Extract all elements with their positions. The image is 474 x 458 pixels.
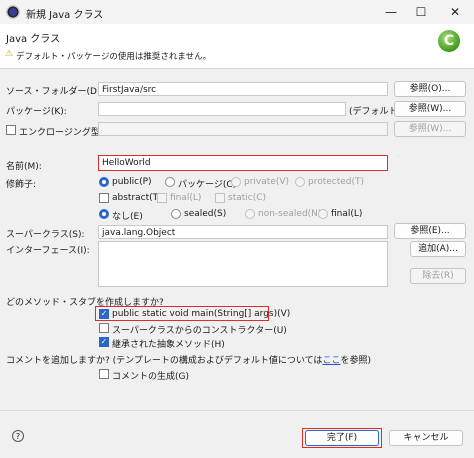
modifier-non-sealed-label: non-sealed(N) <box>258 209 322 219</box>
interfaces-label: インターフェース(I): <box>6 246 90 256</box>
generate-comments-label: コメントの生成(G) <box>112 372 189 382</box>
remove-interface-button[interactable]: 除去(R) <box>410 268 466 284</box>
add-interface-button[interactable]: 追加(A)... <box>410 241 466 257</box>
final-checkbox[interactable] <box>157 193 167 203</box>
modifier-final2-radio[interactable] <box>318 209 328 219</box>
main-stub-label: public static void main(String[] args)(V… <box>112 309 291 319</box>
modifier-public-radio[interactable] <box>99 177 109 187</box>
interfaces-list[interactable] <box>98 241 388 287</box>
modifier-none-radio[interactable] <box>99 209 109 219</box>
templates-link[interactable]: ここ <box>322 356 340 366</box>
comments-question-text: コメントを追加しますか? (テンプレートの構成およびデフォルト値については <box>6 356 323 366</box>
static-checkbox[interactable] <box>215 193 225 203</box>
modifier-package-label: パッケージ(C) <box>178 180 237 190</box>
modifier-protected-radio[interactable] <box>295 177 305 187</box>
finish-button[interactable]: 完了(F) <box>305 430 379 446</box>
name-input[interactable]: HelloWorld <box>98 155 388 171</box>
browse-source-folder-button[interactable]: 参照(O)... <box>394 81 466 97</box>
footer-separator <box>0 410 474 411</box>
modifier-none-label: なし(E) <box>112 212 143 222</box>
superclass-input[interactable]: java.lang.Object <box>98 225 388 239</box>
window-title: 新規 Java クラス <box>26 10 104 21</box>
modifier-package-radio[interactable] <box>165 177 175 187</box>
abstract-label: abstract(T) <box>112 193 162 203</box>
cancel-button[interactable]: キャンセル <box>389 430 463 446</box>
enclosing-type-input[interactable] <box>98 122 388 136</box>
package-label: パッケージ(K): <box>6 107 67 117</box>
comments-question-suffix: を参照) <box>340 356 371 366</box>
abstract-checkbox[interactable] <box>99 193 109 203</box>
modifier-private-radio[interactable] <box>231 177 241 187</box>
constructors-stub-checkbox[interactable] <box>99 323 109 333</box>
warning-icon: ⚠ <box>5 49 14 59</box>
browse-package-button[interactable]: 参照(W)... <box>394 101 466 117</box>
inherited-stub-label: 継承された抽象メソッド(H) <box>112 340 225 350</box>
modifiers-label: 修飾子: <box>6 180 37 190</box>
modifier-protected-label: protected(T) <box>308 177 365 187</box>
constructors-stub-label: スーパークラスからのコンストラクター(U) <box>112 326 287 336</box>
modifier-private-label: private(V) <box>244 177 289 187</box>
modifier-public-label: public(P) <box>112 177 152 187</box>
generate-comments-checkbox[interactable] <box>99 369 109 379</box>
final-label: final(L) <box>170 193 202 203</box>
modifier-final2-label: final(L) <box>331 209 363 219</box>
wizard-title: Java クラス <box>6 34 61 45</box>
modifier-sealed-radio[interactable] <box>171 209 181 219</box>
browse-superclass-button[interactable]: 参照(E)... <box>394 223 466 239</box>
static-label: static(C) <box>228 193 267 203</box>
modifier-sealed-label: sealed(S) <box>184 209 227 219</box>
enclosing-type-checkbox[interactable] <box>6 125 16 135</box>
close-button[interactable]: ✕ <box>440 2 470 22</box>
main-stub-checkbox[interactable]: ✓ <box>99 309 109 319</box>
help-icon[interactable]: ? <box>12 430 24 442</box>
eclipse-icon <box>6 5 20 19</box>
package-input[interactable] <box>98 102 346 116</box>
java-class-wizard-icon: C <box>438 30 460 52</box>
superclass-label: スーパークラス(S): <box>6 230 85 240</box>
modifier-non-sealed-radio[interactable] <box>245 209 255 219</box>
inherited-stub-checkbox[interactable]: ✓ <box>99 337 109 347</box>
source-folder-label: ソース・フォルダー(D): <box>6 87 104 97</box>
source-folder-input[interactable]: FirstJava/src <box>98 82 388 96</box>
comments-question: コメントを追加しますか? (テンプレートの構成およびデフォルト値についてはここを… <box>6 353 371 366</box>
browse-enclosing-type-button[interactable]: 参照(W)... <box>394 121 466 137</box>
warning-message: デフォルト・パッケージの使用は推奨されません。 <box>16 52 212 62</box>
maximize-button[interactable]: ☐ <box>406 2 436 22</box>
wizard-header <box>0 24 474 69</box>
minimize-button[interactable]: — <box>376 2 406 22</box>
name-label: 名前(M): <box>6 162 42 172</box>
